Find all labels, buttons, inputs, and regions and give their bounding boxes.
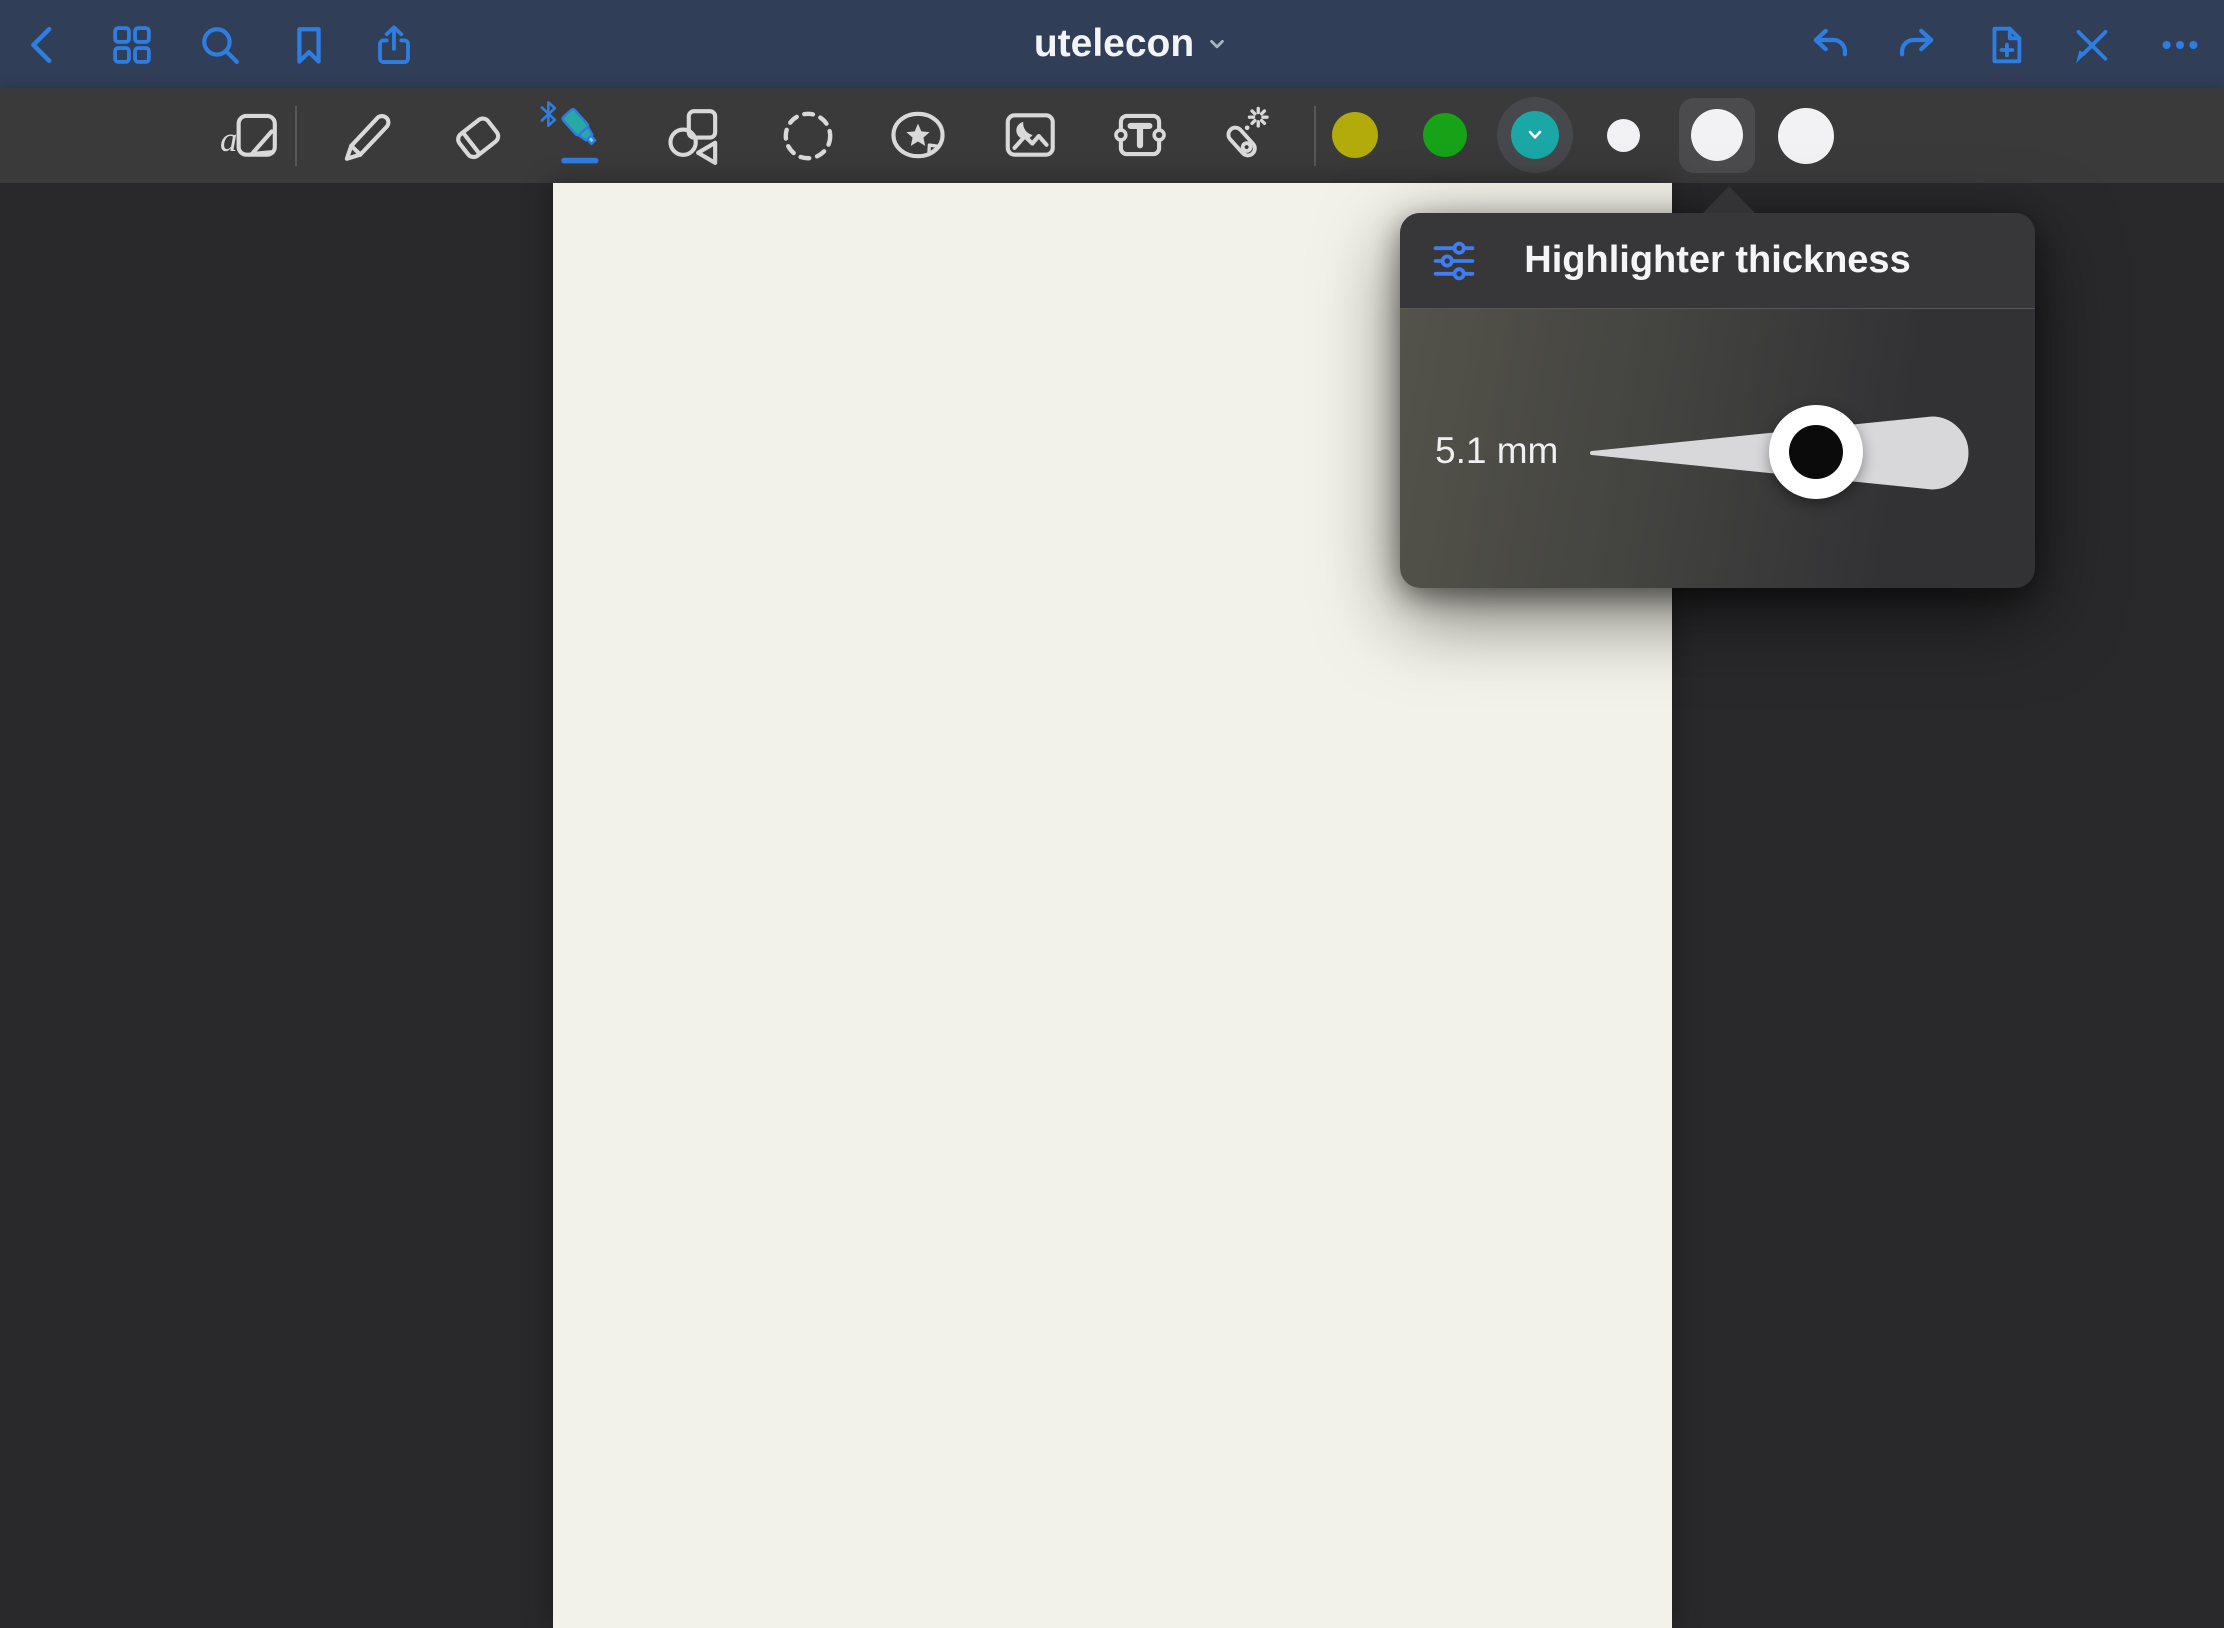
notes-app-screen: utelecon a xyxy=(0,0,2224,1628)
chevron-down-icon xyxy=(1204,31,1230,57)
pen-mode-toggle-icon[interactable] xyxy=(2069,22,2115,68)
color-swatch-yellow[interactable] xyxy=(1332,112,1378,158)
toolbar-divider xyxy=(1314,106,1316,166)
bookmark-icon[interactable] xyxy=(286,22,332,68)
search-icon[interactable] xyxy=(197,22,243,68)
undo-icon[interactable] xyxy=(1807,22,1853,68)
popover-arrow xyxy=(1702,186,1756,214)
thumbnails-grid-icon[interactable] xyxy=(109,22,155,68)
thickness-preset-large[interactable] xyxy=(1778,108,1834,164)
tools-toolbar: a xyxy=(0,88,2224,183)
shapes-tool[interactable] xyxy=(664,104,726,166)
text-tool[interactable] xyxy=(1109,104,1171,166)
thickness-preset-small[interactable] xyxy=(1607,119,1640,152)
stickers-tool[interactable] xyxy=(887,104,949,166)
navigation-bar: utelecon xyxy=(0,0,2224,88)
highlighter-tool[interactable] xyxy=(554,104,616,166)
lasso-tool[interactable] xyxy=(777,104,839,166)
laser-pointer-tool[interactable] xyxy=(1212,104,1274,166)
image-tool[interactable] xyxy=(999,104,1061,166)
thickness-value-label: 5.1 mm xyxy=(1435,430,1558,472)
redo-icon[interactable] xyxy=(1894,22,1940,68)
eraser-tool[interactable] xyxy=(447,104,509,166)
back-icon[interactable] xyxy=(20,22,66,68)
thickness-slider-knob[interactable] xyxy=(1769,405,1863,499)
scroll-mode-tool[interactable]: a xyxy=(219,104,281,166)
highlighter-thickness-popover: Highlighter thickness 5.1 mm xyxy=(1400,213,2035,588)
chevron-down-icon xyxy=(1523,125,1547,145)
add-page-icon[interactable] xyxy=(1982,22,2028,68)
color-swatch-green[interactable] xyxy=(1423,113,1467,157)
more-options-icon[interactable] xyxy=(2157,22,2203,68)
popover-title: Highlighter thickness xyxy=(1400,239,2035,282)
color-swatch-teal-selected[interactable] xyxy=(1511,111,1559,159)
document-title-menu[interactable]: utelecon xyxy=(992,0,1272,88)
thickness-slider-knob-dot xyxy=(1789,425,1843,479)
thickness-preset-medium-selected[interactable] xyxy=(1679,98,1755,173)
document-title: utelecon xyxy=(1034,22,1194,66)
thickness-preset-medium-dot xyxy=(1691,109,1743,161)
pen-tool[interactable] xyxy=(335,104,397,166)
svg-text:a: a xyxy=(220,120,237,159)
share-icon[interactable] xyxy=(371,22,417,68)
popover-header: Highlighter thickness xyxy=(1400,213,2035,309)
toolbar-divider xyxy=(295,106,297,166)
